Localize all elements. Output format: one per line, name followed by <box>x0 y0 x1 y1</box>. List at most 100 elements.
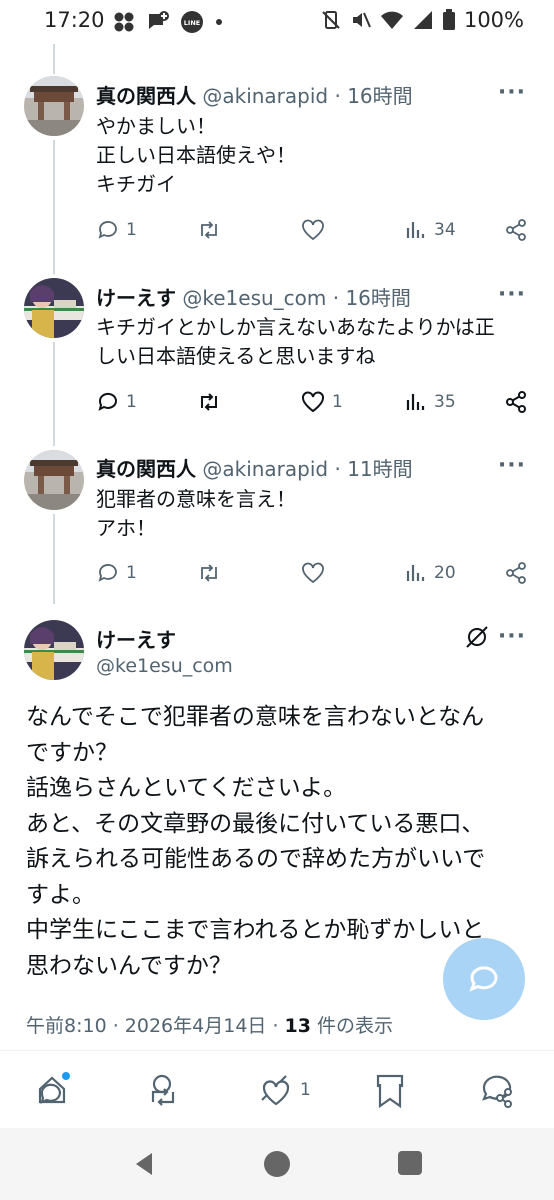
like-button[interactable]: 1 <box>256 1070 311 1110</box>
tweet-time[interactable]: · 11時間 <box>334 457 412 481</box>
like-button[interactable]: 1 <box>300 390 343 414</box>
reply-icon <box>38 1072 70 1104</box>
retweet-button[interactable] <box>142 1070 182 1110</box>
tweet-timestamp[interactable]: 午前8:10 · 2026年4月14日 · <box>26 1015 285 1037</box>
more-options-button[interactable]: ··· <box>498 624 526 649</box>
reply-icon <box>98 392 117 411</box>
views-button[interactable]: 35 <box>404 390 456 414</box>
views-count: 34 <box>434 220 456 240</box>
retweet-button[interactable] <box>196 561 228 585</box>
status-system-icons: 100% <box>320 8 524 32</box>
tweet-line: 話逸らさんといてくださいよ。 <box>26 775 347 801</box>
share-button[interactable] <box>504 218 528 242</box>
compose-reply-button[interactable] <box>443 938 525 1020</box>
reply-button[interactable]: 1 <box>96 390 137 414</box>
svg-text:LINE: LINE <box>184 19 200 27</box>
tweet-line: アホ！ <box>96 516 156 540</box>
tweet-timestamp-row: 午前8:10 · 2026年4月14日 · 13 件の表示 <box>26 1011 393 1038</box>
retweet-icon <box>201 564 217 582</box>
bookmark-button[interactable] <box>370 1070 410 1110</box>
views-button[interactable]: 34 <box>404 218 456 242</box>
avatar[interactable] <box>24 620 84 680</box>
views-icon <box>406 394 425 410</box>
tweet-time[interactable]: · 16時間 <box>334 84 412 108</box>
retweet-icon <box>201 393 217 411</box>
tweet-text: やかましい！ 正しい日本語使えや！ キチガイ <box>96 112 296 199</box>
thread-line-1 <box>53 140 55 274</box>
tweet-line: 犯罪者の意味を言え！ <box>96 487 296 511</box>
reply-button[interactable]: 1 <box>96 561 137 585</box>
like-count: 1 <box>332 392 343 412</box>
views-button[interactable]: 20 <box>404 561 456 585</box>
view-count[interactable]: 13 <box>285 1015 311 1037</box>
like-icon <box>302 219 324 241</box>
reply-count: 1 <box>126 220 137 240</box>
reply-button[interactable] <box>32 1070 72 1110</box>
views-icon <box>406 565 425 581</box>
home-icon[interactable] <box>263 1150 291 1178</box>
tweet-line: すよ。 <box>26 881 95 908</box>
vibrate-off-icon <box>322 11 340 29</box>
like-icon <box>302 391 324 413</box>
view-label[interactable]: 件の表示 <box>311 1015 393 1037</box>
avatar[interactable] <box>24 450 84 510</box>
more-options-button[interactable]: ··· <box>498 80 526 105</box>
retweet-icon <box>201 221 217 239</box>
recents-icon[interactable] <box>397 1150 423 1176</box>
divider <box>0 1050 554 1051</box>
chat-plus-icon <box>149 11 169 29</box>
status-bar: 17:20 LINE 100% <box>0 0 554 44</box>
views-icon <box>406 222 425 238</box>
tweet-line: 訴えられる可能性あるので辞めた方がいいで <box>26 846 486 872</box>
share-icon <box>506 562 526 584</box>
reply-count: 1 <box>126 392 137 412</box>
share-button[interactable] <box>478 1070 518 1110</box>
like-count: 1 <box>300 1080 311 1100</box>
author-handle[interactable]: @ke1esu_com <box>182 286 326 310</box>
author-name[interactable]: けーえす <box>96 624 176 653</box>
share-button[interactable] <box>504 561 528 585</box>
wifi-icon <box>380 11 403 29</box>
reply-icon <box>98 564 117 582</box>
signal-icon <box>413 11 432 29</box>
system-navigation-bar <box>0 1128 554 1200</box>
grok-icon[interactable] <box>464 624 490 650</box>
tweet-line: キチガイとかしか言えないあなたよりかは正 <box>96 315 495 339</box>
share-button[interactable] <box>504 390 528 414</box>
author-handle[interactable]: @ke1esu_com <box>96 655 233 677</box>
battery-icon <box>442 9 455 30</box>
tweet-line: 中学生にここまで言われるとか恥ずかしいと <box>26 917 485 943</box>
views-count: 20 <box>434 563 456 583</box>
author-name[interactable]: けーえす <box>96 286 176 310</box>
line-app-icon: LINE <box>181 11 203 33</box>
mute-icon <box>352 12 371 28</box>
tweet-text: 犯罪者の意味を言え！ アホ！ <box>96 485 296 543</box>
tweet-line: 正しい日本語使えや！ <box>96 143 296 167</box>
retweet-button[interactable] <box>196 390 228 414</box>
main-tweet-actions: 1 <box>0 1060 554 1120</box>
author-handle[interactable]: @akinarapid <box>202 84 328 108</box>
reply-button[interactable]: 1 <box>96 218 137 242</box>
author-name[interactable]: 真の関西人 <box>96 457 196 481</box>
share-icon <box>506 391 526 413</box>
thread-line-top <box>53 44 55 74</box>
tweet-time[interactable]: · 16時間 <box>333 286 411 310</box>
author-name[interactable]: 真の関西人 <box>96 84 196 108</box>
status-time: 17:20 <box>44 8 105 32</box>
avatar[interactable] <box>24 76 84 136</box>
like-button[interactable] <box>300 218 332 242</box>
avatar[interactable] <box>24 278 84 338</box>
back-icon[interactable] <box>130 1150 158 1178</box>
compose-icon <box>469 966 498 992</box>
author-handle[interactable]: @akinarapid <box>202 457 328 481</box>
retweet-button[interactable] <box>196 218 228 242</box>
tweet-header: 真の関西人 @akinarapid · 16時間 <box>96 80 413 109</box>
thread-line-3 <box>53 514 55 604</box>
more-options-button[interactable]: ··· <box>498 282 526 307</box>
tweet-actions: 1 20 <box>96 561 536 591</box>
like-button[interactable] <box>300 561 332 585</box>
reply-icon <box>98 221 117 239</box>
more-options-button[interactable]: ··· <box>498 453 526 478</box>
tweet-line: なんでそこで犯罪者の意味を言わないとなん <box>26 704 485 730</box>
share-icon <box>506 219 526 241</box>
